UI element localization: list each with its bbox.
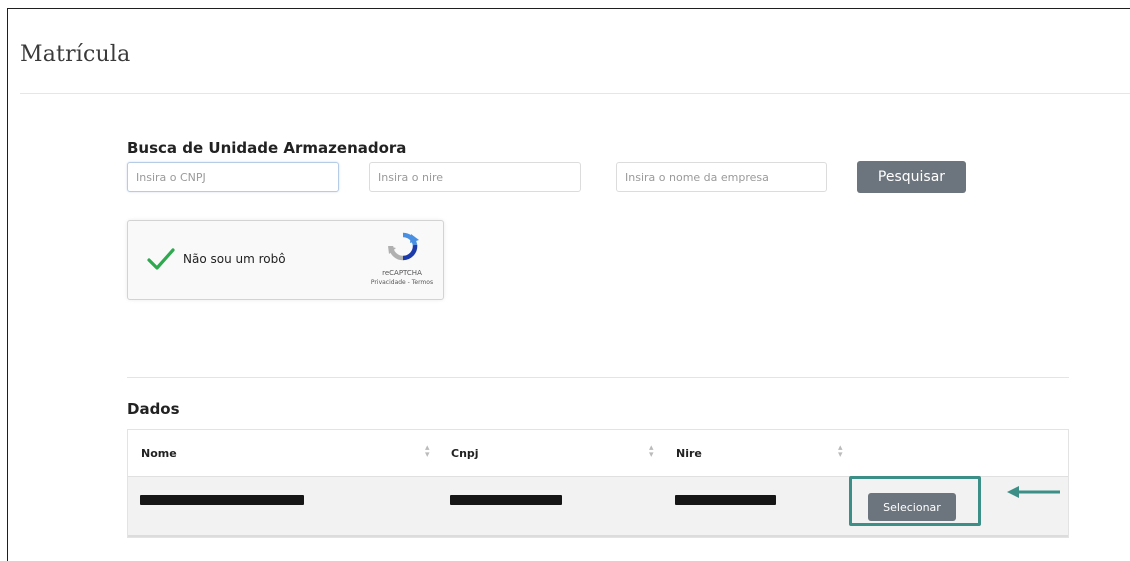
select-button[interactable]: Selecionar (868, 493, 956, 521)
sort-icon[interactable]: ▴ ▾ (425, 444, 430, 460)
sort-icon[interactable]: ▴ ▾ (838, 444, 843, 460)
search-heading: Busca de Unidade Armazenadora (127, 139, 407, 157)
search-button[interactable]: Pesquisar (857, 161, 966, 193)
sort-icon[interactable]: ▴ ▾ (649, 444, 654, 460)
table-row: Selecionar (128, 477, 1068, 537)
section-divider (127, 377, 1069, 378)
column-header-nire[interactable]: Nire (676, 447, 702, 460)
recaptcha-logo-icon (386, 231, 420, 263)
results-table: Nome ▴ ▾ Cnpj ▴ ▾ Nire ▴ ▾ Selecionar (127, 429, 1069, 538)
check-icon[interactable] (146, 246, 176, 272)
column-header-cnpj[interactable]: Cnpj (451, 447, 479, 460)
frame-border-left (7, 8, 8, 561)
frame-border-top (7, 8, 1130, 9)
results-heading: Dados (127, 400, 180, 418)
redacted-nome (140, 495, 304, 505)
column-header-nome[interactable]: Nome (141, 447, 177, 460)
captcha-privacy-terms[interactable]: Privacidade - Termos (344, 279, 460, 286)
company-name-input[interactable] (616, 162, 827, 192)
cnpj-input[interactable] (127, 162, 339, 192)
recaptcha-widget[interactable]: Não sou um robô reCAPTCHA Privacidade - … (127, 220, 444, 300)
redacted-cnpj (450, 495, 562, 505)
captcha-label: Não sou um robô (183, 252, 286, 266)
title-divider (20, 93, 1130, 94)
arrow-left-icon (1005, 484, 1061, 500)
page-title: Matrícula (20, 42, 131, 67)
captcha-brand: reCAPTCHA (382, 269, 422, 277)
table-header: Nome ▴ ▾ Cnpj ▴ ▾ Nire ▴ ▾ (128, 430, 1068, 477)
nire-input[interactable] (369, 162, 581, 192)
redacted-nire (675, 495, 776, 505)
